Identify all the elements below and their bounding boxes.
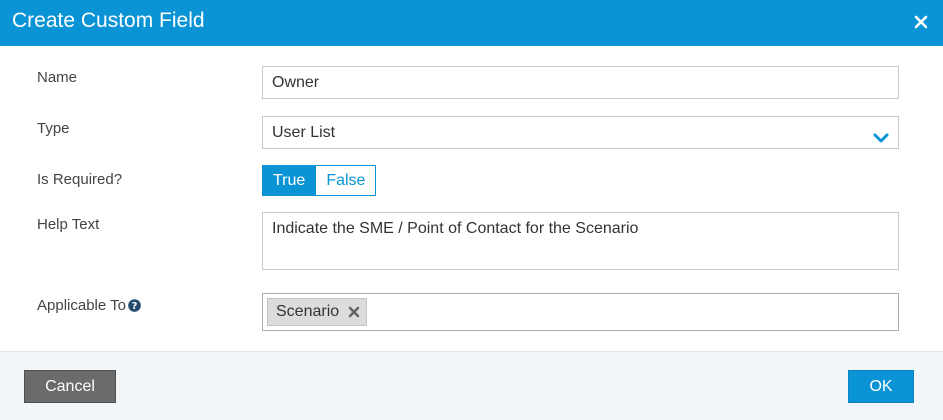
type-label: Type [37,120,70,137]
help-text-label: Help Text [37,216,100,233]
svg-text:?: ? [132,301,138,312]
dialog-header: Create Custom Field [0,0,943,46]
name-label: Name [37,69,78,86]
required-true-option[interactable]: True [263,166,316,195]
tag-scenario: Scenario [267,298,368,326]
chevron-down-icon [873,126,889,143]
create-custom-field-dialog: Create Custom Field Name Owner Type User… [0,0,943,420]
question-circle-icon[interactable]: ? [128,299,141,316]
required-false-option[interactable]: False [315,166,376,195]
applicable-to-tag-input[interactable]: Scenario [262,293,899,331]
applicable-to-label: Applicable To? [37,297,141,316]
is-required-label: Is Required? [37,171,123,188]
applicable-to-label-text: Applicable To [37,297,126,314]
is-required-toggle: True False [262,165,377,196]
type-select[interactable]: User List [262,116,899,149]
help-text-textarea[interactable]: Indicate the SME / Point of Contact for … [262,212,899,270]
type-select-value: User List [272,124,336,141]
ok-button[interactable]: OK [848,370,914,403]
tag-label: Scenario [276,303,340,320]
close-icon[interactable] [907,8,935,36]
name-input[interactable]: Owner [262,66,899,99]
remove-tag-icon[interactable] [348,306,360,318]
dialog-title: Create Custom Field [12,9,205,32]
dialog-footer: Cancel OK [0,351,943,420]
cancel-button[interactable]: Cancel [24,370,116,403]
